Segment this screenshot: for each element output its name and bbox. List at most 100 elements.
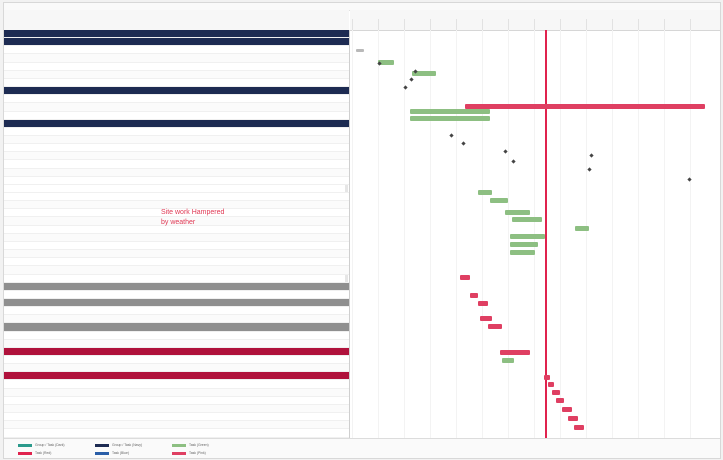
grid-line xyxy=(638,30,639,438)
table-row[interactable] xyxy=(4,388,349,397)
table-row[interactable] xyxy=(4,168,349,177)
table-row[interactable] xyxy=(4,54,349,63)
table-row[interactable] xyxy=(4,275,349,283)
table-row[interactable] xyxy=(4,298,349,308)
legend-item: Group / Task (Dark) xyxy=(18,443,65,447)
table-row[interactable] xyxy=(4,95,349,104)
gantt-bar[interactable] xyxy=(490,198,508,203)
table-row[interactable] xyxy=(4,413,349,422)
milestone-diamond[interactable] xyxy=(403,85,408,90)
table-row[interactable] xyxy=(4,356,349,365)
table-row[interactable] xyxy=(4,331,349,340)
table-row[interactable] xyxy=(4,250,349,259)
table-row[interactable] xyxy=(4,347,349,357)
milestone-diamond[interactable] xyxy=(377,61,382,66)
legend-swatch xyxy=(172,443,186,447)
table-row[interactable] xyxy=(4,421,349,430)
grid-line xyxy=(378,30,379,438)
table-row[interactable] xyxy=(4,323,349,332)
gantt-bar[interactable] xyxy=(470,293,478,298)
week-divider xyxy=(690,19,691,30)
legend-swatch xyxy=(95,451,109,455)
legend-label: Group / Task (Navy) xyxy=(112,443,143,447)
gantt-bar[interactable] xyxy=(548,382,554,387)
table-row[interactable] xyxy=(4,135,349,145)
table-row[interactable] xyxy=(4,315,349,324)
gantt-bar[interactable] xyxy=(465,104,705,109)
table-row[interactable] xyxy=(4,282,349,291)
gantt-bar[interactable] xyxy=(478,190,492,195)
table-row[interactable] xyxy=(4,119,349,128)
table-row[interactable] xyxy=(4,380,349,389)
grid-line xyxy=(482,30,483,438)
table-row[interactable] xyxy=(4,160,349,169)
annotation-line-2: by weather xyxy=(161,219,196,226)
table-row[interactable] xyxy=(4,78,349,88)
milestone-diamond[interactable] xyxy=(503,149,508,154)
table-row[interactable] xyxy=(4,193,349,202)
milestone-diamond[interactable] xyxy=(587,167,592,172)
gantt-bar[interactable] xyxy=(480,316,492,321)
gantt-bar[interactable] xyxy=(556,398,564,403)
table-row[interactable] xyxy=(4,404,349,414)
gantt-bar[interactable] xyxy=(478,301,488,306)
table-row[interactable] xyxy=(4,396,349,405)
table-row[interactable] xyxy=(4,185,349,194)
gantt-bar[interactable] xyxy=(500,350,530,355)
milestone-diamond[interactable] xyxy=(409,77,414,82)
week-divider xyxy=(352,19,353,30)
table-row[interactable] xyxy=(4,62,349,71)
legend-label: Task (Green) xyxy=(189,443,209,447)
grid-line xyxy=(404,30,405,438)
milestone-diamond[interactable] xyxy=(461,141,466,146)
gantt-bar[interactable] xyxy=(510,234,545,239)
gantt-bar[interactable] xyxy=(544,375,550,380)
table-row[interactable] xyxy=(4,290,349,299)
table-row[interactable] xyxy=(4,258,349,267)
gantt-bar[interactable] xyxy=(552,390,560,395)
table-row[interactable] xyxy=(4,144,349,153)
table-row[interactable] xyxy=(4,429,349,438)
milestone-diamond[interactable] xyxy=(589,153,594,158)
table-row[interactable] xyxy=(4,372,349,381)
gantt-bar[interactable] xyxy=(562,407,572,412)
table-row[interactable] xyxy=(4,103,349,112)
gantt-bar[interactable] xyxy=(510,250,535,255)
gantt-bar[interactable] xyxy=(460,275,470,280)
legend-label: Group / Task (Dark) xyxy=(35,443,65,447)
table-row[interactable] xyxy=(4,70,349,79)
gantt-bar[interactable] xyxy=(488,324,502,329)
table-row[interactable] xyxy=(4,30,349,39)
table-row[interactable] xyxy=(4,233,349,242)
legend-label: Task (Blue) xyxy=(112,451,129,455)
gantt-bar[interactable] xyxy=(505,210,530,215)
week-divider xyxy=(664,19,665,30)
gantt-bar[interactable] xyxy=(574,425,584,430)
gantt-bar[interactable] xyxy=(568,416,578,421)
table-row[interactable] xyxy=(4,307,349,316)
table-row[interactable] xyxy=(4,46,349,55)
table-row[interactable] xyxy=(4,38,349,47)
table-row[interactable] xyxy=(4,127,349,136)
gantt-bar[interactable] xyxy=(512,217,542,222)
gantt-bar[interactable] xyxy=(502,358,514,363)
milestone-diamond[interactable] xyxy=(511,159,516,164)
table-row[interactable] xyxy=(4,339,349,348)
table-row[interactable] xyxy=(4,266,349,275)
gantt-bar[interactable] xyxy=(410,109,490,114)
table-row[interactable] xyxy=(4,111,349,120)
table-row[interactable] xyxy=(4,176,349,185)
grid-line xyxy=(508,30,509,438)
week-divider xyxy=(586,19,587,30)
gantt-bar[interactable] xyxy=(410,116,490,121)
table-row[interactable] xyxy=(4,241,349,251)
gantt-bar[interactable] xyxy=(575,226,589,231)
week-divider xyxy=(456,19,457,30)
gantt-bar[interactable] xyxy=(510,242,538,247)
milestone-diamond[interactable] xyxy=(449,133,454,138)
grid-line xyxy=(430,30,431,438)
table-row[interactable] xyxy=(4,152,349,161)
table-row[interactable] xyxy=(4,364,349,373)
table-row[interactable] xyxy=(4,87,349,96)
gantt-bar[interactable] xyxy=(356,49,364,52)
